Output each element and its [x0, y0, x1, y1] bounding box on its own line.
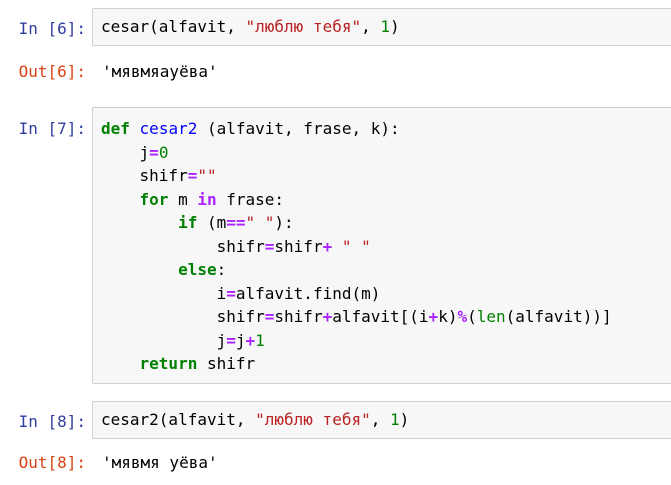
- code-token: shifr: [101, 307, 265, 326]
- code-token: " ": [341, 236, 371, 256]
- code-line: shifr="": [101, 164, 217, 188]
- code-line: shifr=shifr+ " ": [101, 235, 371, 259]
- code-token: 0: [158, 142, 169, 162]
- code-token: %: [457, 307, 468, 326]
- code-token: :: [216, 260, 227, 279]
- code-line: else:: [101, 258, 226, 282]
- code-token: def: [101, 119, 130, 138]
- code-token: =: [264, 307, 275, 326]
- code-line: shifr=shifr+alfavit[(i+k)%(len(alfavit))…: [101, 305, 612, 329]
- code-token: +: [322, 236, 333, 256]
- cell-7: In [7]: def cesar2 (alfavit, frase, k): …: [0, 107, 671, 384]
- code-token: shifr: [101, 166, 188, 185]
- code-line: return shifr: [101, 352, 256, 376]
- code-token: alfavit[(i: [332, 307, 429, 326]
- code-token: (alfavit, frase, k):: [197, 119, 400, 138]
- code-token: ): [399, 410, 410, 429]
- code-token: m: [168, 189, 198, 209]
- cell-6-output-text: 'мявмяауёва': [102, 62, 218, 81]
- code-line: for m in frase:: [101, 188, 285, 212]
- code-token: =: [149, 142, 159, 162]
- code-line: j=0: [101, 141, 169, 165]
- code-token: =: [264, 236, 275, 256]
- code-line: cesar(alfavit, "люблю тебя", 1): [101, 15, 400, 39]
- code-token: (m: [197, 213, 227, 232]
- code-token: cesar(alfavit,: [101, 17, 246, 36]
- code-token: ):: [274, 213, 294, 232]
- code-token: "": [197, 166, 217, 185]
- code-token: (alfavit))]: [505, 307, 612, 326]
- cell-6-input-prompt: In [6]:: [18, 19, 86, 38]
- code-line: j=j+1: [101, 329, 265, 353]
- code-token: cesar2: [139, 119, 198, 138]
- code-token: (: [467, 307, 477, 326]
- code-token: else: [178, 260, 217, 279]
- code-line: i=alfavit.find(m): [101, 282, 381, 306]
- cell-8-output: Out[8]: 'мявмя уёва': [0, 451, 671, 475]
- code-token: +: [245, 330, 256, 350]
- cell-8-input-prompt: In [8]:: [18, 412, 86, 431]
- code-token: shifr: [274, 307, 323, 326]
- code-line: def cesar2 (alfavit, frase, k):: [101, 117, 400, 141]
- code-token: return: [139, 354, 198, 373]
- cell-8-output-text: 'мявмя уёва': [102, 453, 218, 472]
- code-token: len: [476, 307, 506, 326]
- code-token: alfavit.find(m): [235, 283, 381, 303]
- code-token: =: [187, 166, 198, 185]
- code-token: +: [428, 307, 439, 326]
- code-token: shifr: [101, 236, 265, 256]
- code-token: in: [197, 189, 217, 209]
- cell-8-output-prompt: Out[8]:: [18, 453, 86, 472]
- code-line: if (m==" "):: [101, 211, 294, 235]
- code-token: frase:: [216, 189, 285, 209]
- code-token: ==: [226, 213, 246, 232]
- code-token: "люблю тебя": [245, 17, 362, 36]
- code-token: if: [178, 213, 198, 232]
- code-token: ,: [370, 410, 390, 429]
- code-token: cesar2(alfavit,: [101, 410, 256, 429]
- code-token: ): [390, 17, 400, 36]
- code-token: j: [235, 330, 246, 350]
- code-token: shifr: [274, 236, 323, 256]
- code-token: k): [438, 307, 458, 326]
- code-token: shifr: [197, 354, 256, 373]
- code-token: =: [226, 283, 236, 303]
- code-token: j: [101, 330, 227, 350]
- code-line: cesar2(alfavit, "люблю тебя", 1): [101, 408, 409, 432]
- code-token: i: [101, 283, 227, 303]
- code-token: +: [322, 307, 333, 326]
- cell-6: In [6]: cesar(alfavit, "люблю тебя", 1): [0, 8, 671, 46]
- code-token: j: [101, 142, 150, 162]
- cell-8-code-editor[interactable]: cesar2(alfavit, "люблю тебя", 1): [92, 401, 671, 439]
- code-token: =: [226, 330, 236, 350]
- code-token: "люблю тебя": [255, 410, 371, 429]
- code-token: " ": [245, 213, 275, 232]
- code-token: 1: [255, 330, 265, 350]
- code-token: 1: [389, 410, 400, 429]
- cell-7-code-editor[interactable]: def cesar2 (alfavit, frase, k): j=0 shif…: [92, 107, 671, 384]
- cell-7-input-prompt: In [7]:: [18, 119, 86, 138]
- code-token: 1: [380, 17, 390, 36]
- cell-8: In [8]: cesar2(alfavit, "люблю тебя", 1): [0, 401, 671, 439]
- cell-6-output: Out[6]: 'мявмяауёва': [0, 60, 671, 84]
- code-token: ,: [361, 17, 381, 36]
- cell-6-output-prompt: Out[6]:: [18, 62, 86, 81]
- cell-6-code-editor[interactable]: cesar(alfavit, "люблю тебя", 1): [92, 8, 671, 46]
- code-token: for: [139, 189, 169, 209]
